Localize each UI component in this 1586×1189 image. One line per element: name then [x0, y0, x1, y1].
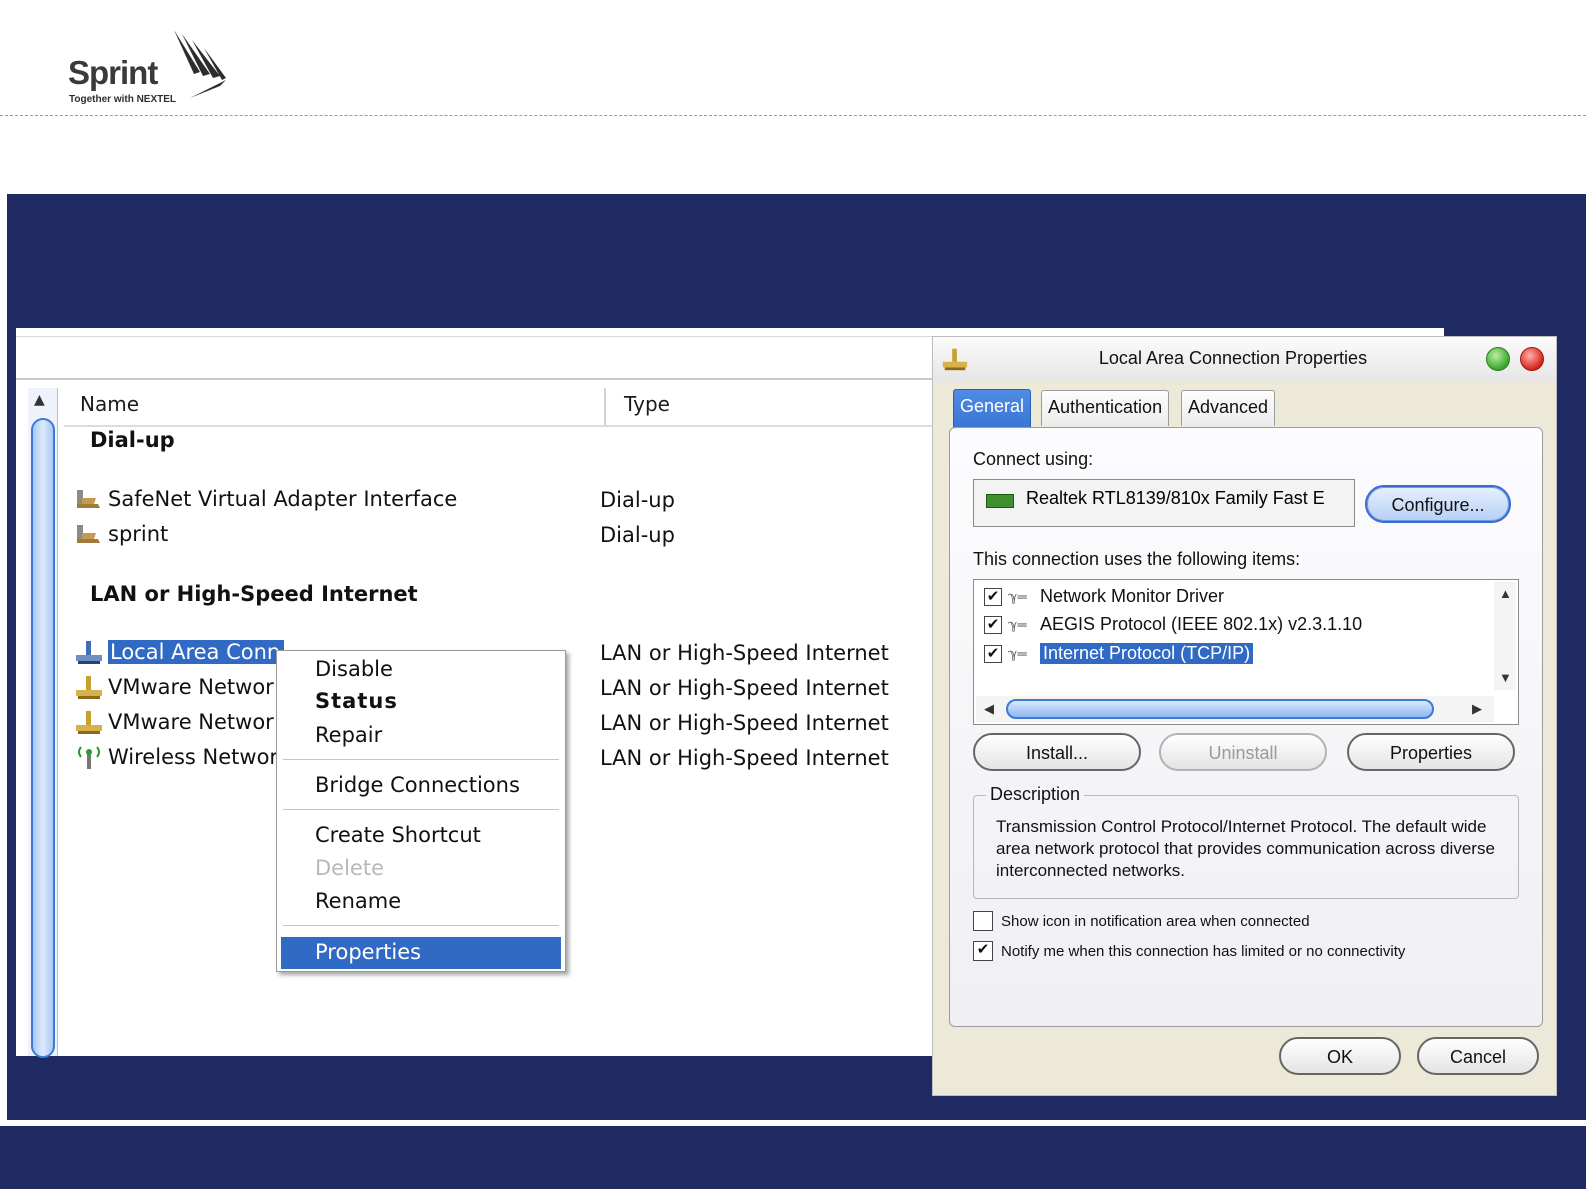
dialup-connection-icon — [74, 486, 104, 512]
menu-item-repair[interactable]: Repair — [315, 723, 382, 747]
close-icon[interactable] — [1520, 347, 1544, 371]
dialup-connection-icon — [74, 521, 104, 547]
description-group: Description Transmission Control Protoco… — [973, 784, 1519, 899]
group-heading-dialup: Dial-up — [90, 428, 175, 452]
scroll-down-icon[interactable]: ▼ — [1499, 670, 1512, 685]
list-item-selected[interactable]: Local Area Conn — [74, 639, 285, 665]
lan-connection-icon — [74, 639, 104, 665]
component-label: AEGIS Protocol (IEEE 802.1x) v2.3.1.10 — [1040, 614, 1363, 634]
description-legend: Description — [986, 784, 1085, 805]
properties-dialog: Local Area Connection Properties General… — [932, 336, 1557, 1096]
connection-name: VMware Networ — [108, 710, 274, 734]
footer-band — [0, 1126, 1586, 1189]
scroll-left-icon[interactable]: ◀ — [984, 701, 994, 717]
scrollbar-thumb[interactable] — [31, 418, 55, 1058]
help-button-icon[interactable] — [1486, 347, 1510, 371]
header-divider-line — [64, 425, 964, 427]
checkbox-checked[interactable]: ✔ — [984, 615, 1002, 634]
list-item[interactable]: ✔ ℽ═ AEGIS Protocol (IEEE 802.1x) v2.3.1… — [984, 614, 1362, 635]
connection-type: Dial-up — [600, 488, 675, 512]
logo-tagline: Together with NEXTEL — [69, 94, 177, 105]
network-card-icon — [986, 494, 1014, 508]
checkbox-checked[interactable]: ✔ — [973, 941, 993, 961]
uninstall-button: Uninstall — [1159, 733, 1327, 771]
notify-label: Notify me when this connection has limit… — [1001, 942, 1406, 960]
list-item[interactable]: VMware Networ — [74, 709, 274, 735]
context-menu: Disable Status Repair Bridge Connections… — [276, 650, 566, 972]
install-button[interactable]: Install... — [973, 733, 1141, 771]
menu-item-status[interactable]: Status — [315, 689, 398, 713]
protocol-icon: ℽ═ — [1008, 588, 1027, 604]
adapter-field: Realtek RTL8139/810x Family Fast E — [973, 479, 1355, 527]
show-icon-label: Show icon in notification area when conn… — [1001, 912, 1310, 930]
show-icon-option[interactable]: Show icon in notification area when conn… — [973, 911, 1310, 931]
connection-type: LAN or High-Speed Internet — [600, 641, 889, 665]
group-heading-lan: LAN or High-Speed Internet — [90, 582, 418, 606]
connection-name: sprint — [108, 522, 169, 546]
connection-type: LAN or High-Speed Internet — [600, 711, 889, 735]
checkbox-checked[interactable]: ✔ — [984, 644, 1002, 663]
logo-word: Sprint — [68, 54, 158, 91]
dialog-title: Local Area Connection Properties — [1098, 348, 1368, 368]
components-list: ✔ ℽ═ Network Monitor Driver ✔ ℽ═ AEGIS P… — [973, 579, 1519, 725]
properties-button[interactable]: Properties — [1347, 733, 1515, 771]
protocol-icon: ℽ═ — [1008, 616, 1027, 632]
notify-option[interactable]: ✔ Notify me when this connection has lim… — [973, 941, 1405, 961]
connection-type: LAN or High-Speed Internet — [600, 676, 889, 700]
sprint-logo: Sprint Together with NEXTEL — [66, 28, 236, 108]
list-item[interactable]: ✔ ℽ═ Network Monitor Driver — [984, 586, 1224, 607]
scroll-right-icon[interactable]: ▶ — [1472, 701, 1482, 717]
adapter-name: Realtek RTL8139/810x Family Fast E — [1026, 488, 1325, 508]
description-text: Transmission Control Protocol/Internet P… — [996, 817, 1495, 880]
connection-type: Dial-up — [600, 523, 675, 547]
connection-name: Wireless Networ — [108, 745, 279, 769]
connection-name: VMware Networ — [108, 675, 274, 699]
column-header-name[interactable]: Name — [64, 388, 606, 426]
dialog-titlebar[interactable]: Local Area Connection Properties — [933, 337, 1556, 381]
list-horizontal-scrollbar[interactable]: ◀ ▶ — [976, 696, 1494, 722]
menu-separator — [283, 925, 559, 927]
tab-general[interactable]: General — [953, 389, 1032, 428]
menu-item-bridge-connections[interactable]: Bridge Connections — [315, 773, 520, 797]
menu-item-disable[interactable]: Disable — [315, 657, 393, 681]
slide: Sprint Together with NEXTEL ▲ Name Type … — [0, 0, 1586, 1189]
checkbox-checked[interactable]: ✔ — [984, 587, 1002, 606]
wireless-connection-icon — [74, 744, 104, 770]
menu-separator — [283, 809, 559, 811]
cancel-button[interactable]: Cancel — [1417, 1037, 1539, 1075]
scroll-up-icon[interactable]: ▲ — [34, 392, 45, 408]
column-header-type[interactable]: Type — [608, 388, 948, 426]
configure-button[interactable]: Configure... — [1365, 485, 1511, 523]
component-label: Internet Protocol (TCP/IP) — [1040, 643, 1254, 664]
vertical-scrollbar[interactable]: ▲ — [28, 388, 58, 1058]
connection-name: SafeNet Virtual Adapter Interface — [108, 487, 458, 511]
items-label: This connection uses the following items… — [973, 549, 1301, 569]
lan-connection-icon — [74, 674, 104, 700]
menu-item-properties[interactable]: Properties — [315, 940, 421, 964]
ok-button[interactable]: OK — [1279, 1037, 1401, 1075]
checkbox-unchecked[interactable] — [973, 911, 993, 931]
protocol-icon: ℽ═ — [1008, 645, 1027, 661]
scrollbar-thumb[interactable] — [1006, 699, 1434, 719]
component-label: Network Monitor Driver — [1040, 586, 1225, 606]
tab-advanced[interactable]: Advanced — [1181, 390, 1276, 426]
list-vertical-scrollbar[interactable]: ▲ ▼ — [1494, 582, 1516, 690]
header-divider — [0, 115, 1586, 116]
connect-using-label: Connect using: — [973, 449, 1094, 469]
list-item[interactable]: Wireless Networ — [74, 744, 278, 770]
scroll-up-icon[interactable]: ▲ — [1499, 586, 1512, 601]
menu-item-delete: Delete — [315, 856, 384, 880]
list-item-selected[interactable]: ✔ ℽ═ Internet Protocol (TCP/IP) — [984, 643, 1254, 664]
connection-type: LAN or High-Speed Internet — [600, 746, 889, 770]
list-item[interactable]: VMware Networ — [74, 674, 274, 700]
tab-authentication[interactable]: Authentication — [1041, 390, 1170, 426]
connection-name: Local Area Conn — [108, 640, 285, 664]
menu-separator — [283, 759, 559, 761]
list-item[interactable]: sprint — [74, 521, 168, 547]
sprint-wing-icon — [174, 30, 226, 98]
menu-item-rename[interactable]: Rename — [315, 889, 401, 913]
lan-connection-icon — [74, 709, 104, 735]
menu-item-create-shortcut[interactable]: Create Shortcut — [315, 823, 481, 847]
list-item[interactable]: SafeNet Virtual Adapter Interface — [74, 486, 457, 512]
